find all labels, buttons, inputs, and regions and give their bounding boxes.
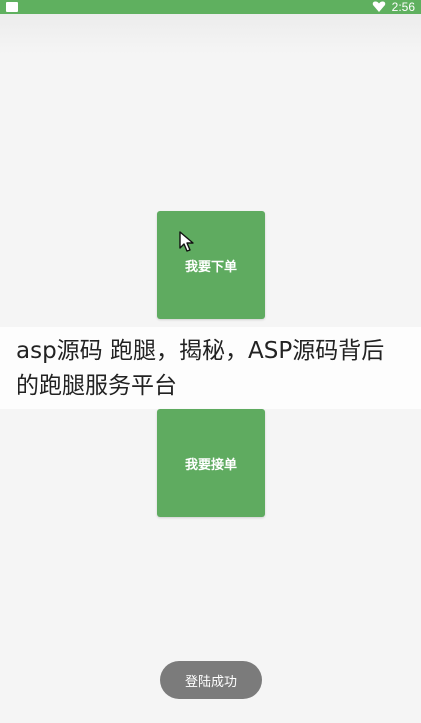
status-bar: 2:56 bbox=[0, 0, 421, 14]
overlay-caption: asp源码 跑腿，揭秘，ASP源码背后的跑腿服务平台 bbox=[0, 327, 421, 409]
accept-order-button[interactable]: 我要接单 bbox=[157, 409, 265, 517]
mouse-cursor-icon bbox=[179, 231, 194, 252]
place-order-button[interactable]: 我要下单 bbox=[157, 211, 265, 319]
login-success-toast: 登陆成功 bbox=[160, 661, 262, 699]
screen-background bbox=[0, 14, 421, 54]
status-bar-right: 2:56 bbox=[372, 0, 415, 14]
notification-square-icon bbox=[6, 2, 18, 12]
status-time: 2:56 bbox=[391, 0, 415, 14]
signal-heart-icon bbox=[372, 1, 385, 12]
